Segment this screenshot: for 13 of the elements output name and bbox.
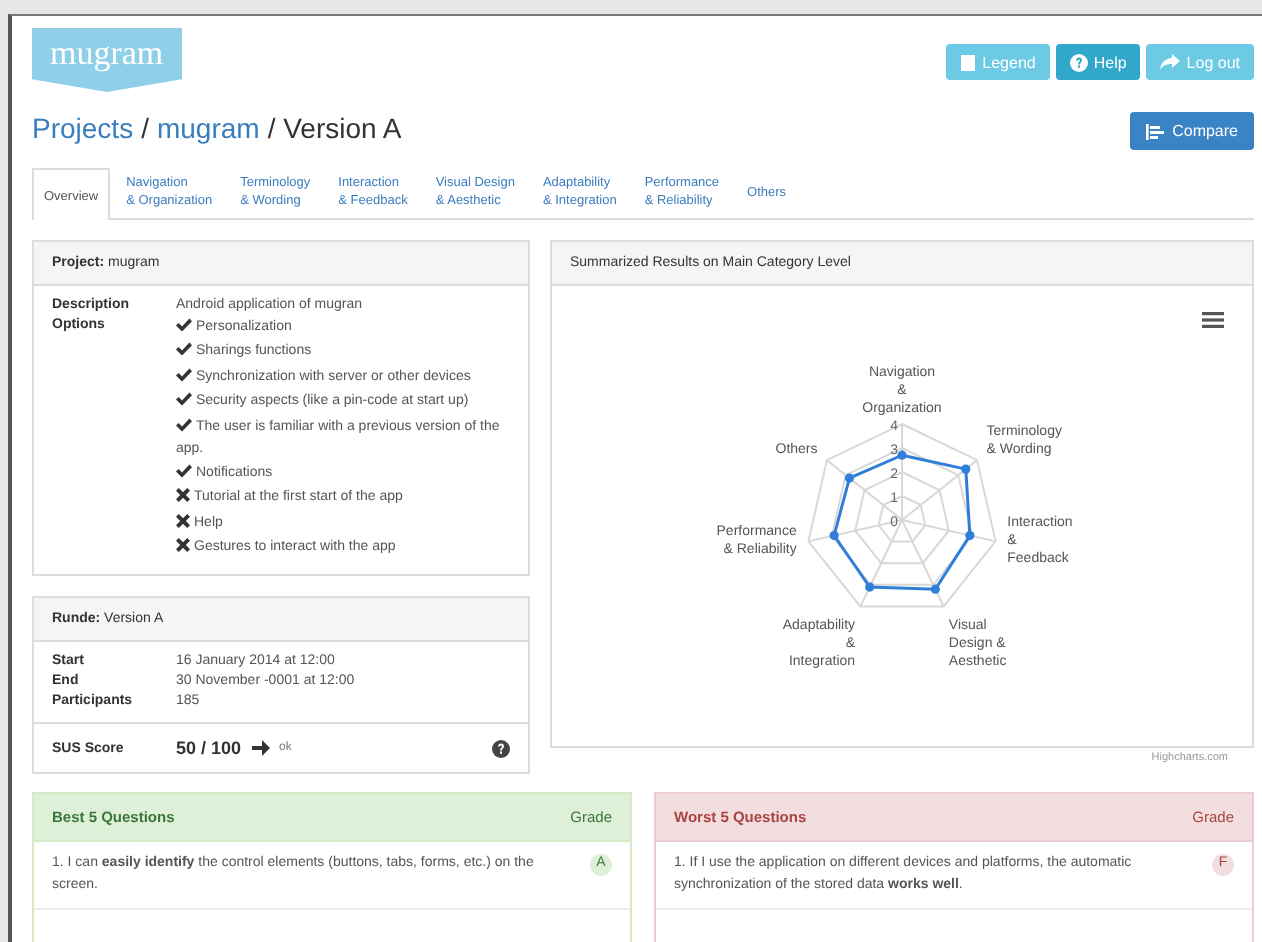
help-icon xyxy=(1069,53,1088,71)
breadcrumb-text: / xyxy=(141,112,149,144)
sus-score: 50 / 100 xyxy=(176,738,242,759)
compare-button[interactable]: Compare xyxy=(1130,112,1254,150)
bars-icon xyxy=(1146,123,1165,139)
arrow-icon xyxy=(251,740,270,757)
help-button[interactable]: Help xyxy=(1055,44,1141,80)
help-icon[interactable] xyxy=(492,739,510,758)
share-arrow-icon xyxy=(1160,54,1181,70)
breadcrumb-text: / Version A xyxy=(267,112,402,144)
menu-icon[interactable] xyxy=(1202,312,1224,328)
breadcrumb-link[interactable]: Projects xyxy=(32,112,134,144)
breadcrumb-link[interactable]: mugram xyxy=(156,112,260,144)
